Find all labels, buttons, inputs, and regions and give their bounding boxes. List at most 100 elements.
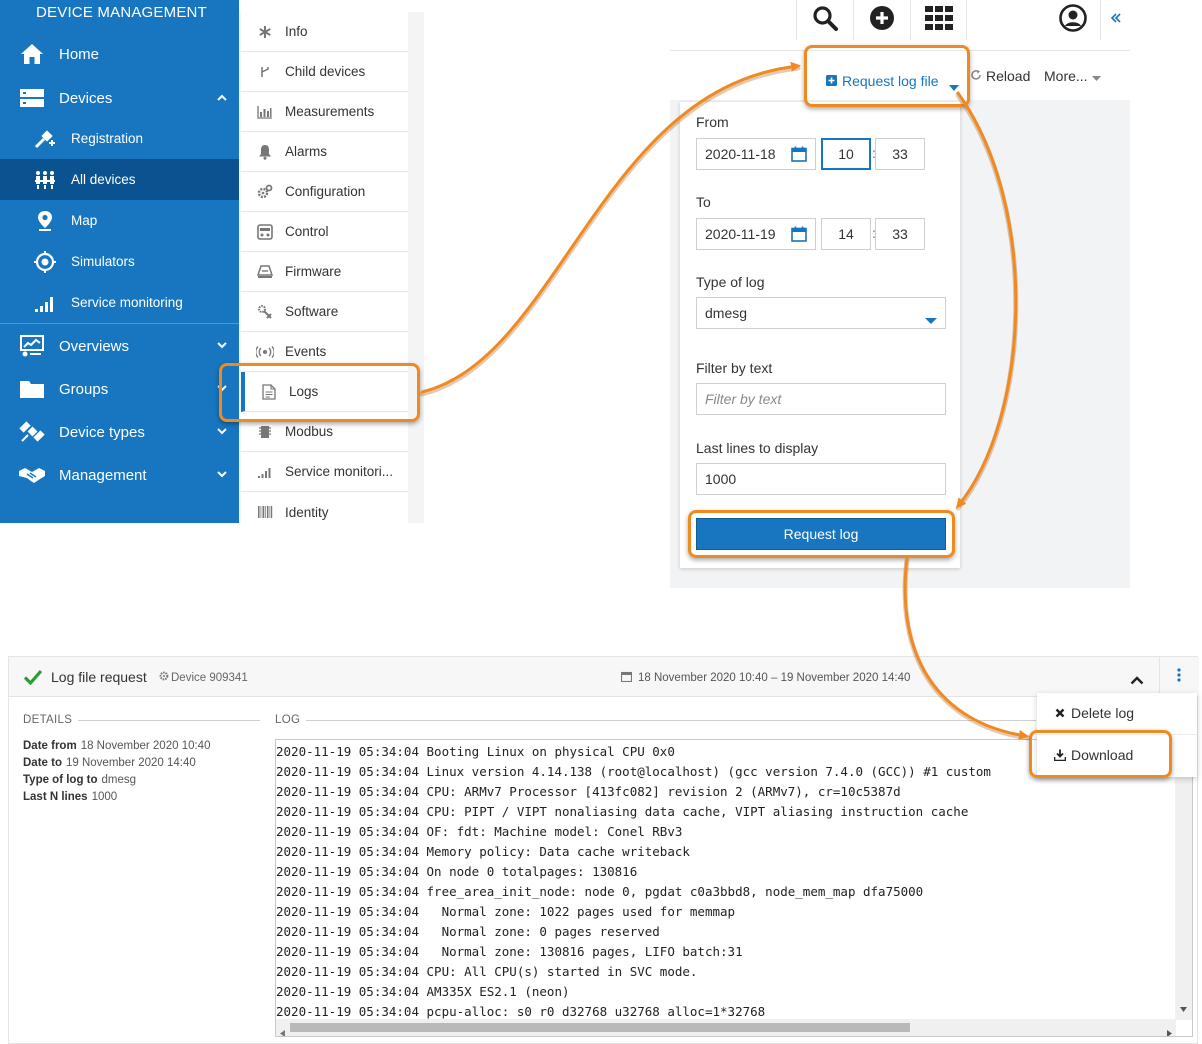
tab-service-monitoring[interactable]: Service monitori...	[241, 452, 408, 492]
tab-software[interactable]: Software	[241, 292, 408, 332]
type-of-log-value: dmesg	[705, 305, 748, 321]
app-switcher-button[interactable]	[910, 0, 967, 40]
app-grid-icon	[924, 5, 953, 35]
add-button[interactable]	[853, 0, 910, 40]
from-label: From	[696, 114, 729, 130]
log-line: 2020-11-19 05:34:04 AM335X ES2.1 (neon)	[276, 984, 570, 999]
overviews-icon	[17, 334, 47, 358]
collapse-button[interactable]	[1100, 0, 1130, 40]
log-line: 2020-11-19 05:34:04 Normal zone: 1022 pa…	[276, 904, 736, 919]
chevron-up-icon	[217, 92, 227, 104]
to-hour-input[interactable]: 14	[821, 218, 871, 250]
type-of-log-select[interactable]: dmesg	[696, 297, 946, 329]
tab-configuration[interactable]: Configuration	[241, 172, 408, 212]
from-minute-input[interactable]: 33	[875, 138, 925, 170]
tab-control[interactable]: Control	[241, 212, 408, 252]
delete-log-menu-item[interactable]: Delete log	[1037, 693, 1197, 733]
tab-firmware-label: Firmware	[285, 264, 342, 279]
nav-simulators[interactable]: Simulators	[0, 241, 239, 282]
search-icon	[812, 5, 838, 36]
type-of-log-label: Type of log	[696, 274, 765, 290]
map-pin-icon	[32, 210, 58, 232]
from-date-input[interactable]: 2020-11-18	[696, 138, 816, 170]
caret-down-icon	[925, 311, 937, 327]
tab-measurements[interactable]: Measurements	[241, 92, 408, 132]
calendar-icon[interactable]	[791, 226, 807, 245]
nav-device-types[interactable]: Device types	[0, 411, 239, 453]
vertical-scrollbar[interactable]	[1175, 740, 1192, 1020]
last-lines-input[interactable]: 1000	[696, 463, 946, 495]
nav-groups[interactable]: Groups	[0, 368, 239, 410]
last-lines-value: 1000	[705, 471, 737, 487]
request-log-form: From 2020-11-18 10 : 33 To 2020-11-19 14…	[680, 102, 960, 568]
tab-identity[interactable]: Identity	[241, 492, 408, 532]
broadcast-icon	[256, 343, 274, 361]
details-heading-text: DETAILS	[23, 714, 73, 726]
chip-icon	[256, 423, 274, 441]
device-link[interactable]: Device 909341	[159, 671, 248, 684]
tab-child-devices[interactable]: Child devices	[241, 52, 408, 92]
detail-type-of-log: Type of log to dmesg	[23, 774, 137, 786]
device-name: Device 909341	[171, 671, 248, 684]
log-line: 2020-11-19 05:34:04 Linux version 4.14.1…	[276, 764, 991, 779]
user-button[interactable]	[1044, 0, 1101, 40]
horizontal-scroll-thumb[interactable]	[290, 1023, 910, 1032]
log-lines: 2020-11-19 05:34:04 Booting Linux on phy…	[276, 742, 1156, 1022]
tab-service-monitoring-label: Service monitori...	[285, 464, 394, 479]
chevron-up-icon[interactable]	[1130, 672, 1144, 690]
nav-service-monitoring[interactable]: Service monitoring	[0, 282, 239, 323]
last-lines-label: Last lines to display	[696, 440, 819, 456]
from-hour-input[interactable]: 10	[821, 138, 871, 170]
tab-firmware[interactable]: Firmware	[241, 252, 408, 292]
to-date-input[interactable]: 2020-11-19	[696, 218, 816, 250]
reload-button[interactable]: Reload	[970, 68, 1030, 84]
nav-devices-label: Devices	[59, 89, 113, 107]
nav-overviews[interactable]: Overviews	[0, 325, 239, 367]
nav-service-monitoring-label: Service monitoring	[71, 295, 183, 310]
nav-device-types-label: Device types	[59, 423, 145, 441]
log-card-title: Log file request	[51, 669, 147, 685]
simulators-icon	[32, 250, 58, 273]
log-date-range: 18 November 2020 10:40 – 19 November 202…	[620, 671, 910, 685]
devices-icon	[17, 86, 47, 110]
highlight-logs-tab	[219, 363, 420, 422]
folder-icon	[17, 377, 47, 401]
scroll-right-arrow-icon[interactable]	[1167, 1024, 1172, 1036]
refresh-icon	[970, 68, 982, 84]
scroll-left-arrow-icon[interactable]	[280, 1024, 285, 1036]
satellite-icon	[17, 420, 47, 444]
scroll-down-arrow-icon[interactable]	[1180, 999, 1187, 1017]
check-icon	[23, 669, 43, 690]
calendar-icon[interactable]	[791, 146, 807, 165]
tab-identity-label: Identity	[285, 504, 329, 520]
nav-management[interactable]: Management	[0, 454, 239, 496]
chevron-down-icon	[217, 340, 227, 352]
log-output[interactable]: 2020-11-19 05:34:04 Booting Linux on phy…	[275, 739, 1193, 1037]
more-label: More...	[1044, 68, 1088, 84]
horizontal-scrollbar[interactable]	[276, 1019, 1176, 1036]
tab-configuration-label: Configuration	[285, 184, 366, 199]
actions-menu-button[interactable]	[1159, 657, 1197, 697]
filter-by-text-input[interactable]: Filter by text	[696, 383, 946, 415]
from-minute-value: 33	[892, 146, 908, 162]
nav-home[interactable]: Home	[0, 34, 239, 74]
nav-map[interactable]: Map	[0, 200, 239, 241]
search-button[interactable]	[796, 0, 853, 40]
tab-control-label: Control	[285, 224, 329, 239]
nav-registration-label: Registration	[71, 131, 144, 146]
nav-overviews-label: Overviews	[59, 337, 130, 355]
nav-devices[interactable]: Devices	[0, 77, 239, 119]
nav-all-devices[interactable]: All devices	[0, 159, 239, 200]
tab-info[interactable]: Info	[241, 12, 408, 52]
to-hour-value: 14	[838, 226, 854, 242]
to-minute-input[interactable]: 33	[875, 218, 925, 250]
handshake-icon	[17, 463, 47, 487]
more-button[interactable]: More...	[1044, 68, 1101, 84]
tab-alarms-label: Alarms	[285, 144, 328, 159]
log-line: 2020-11-19 05:34:04 CPU: PIPT / VIPT non…	[276, 804, 969, 819]
nav-registration[interactable]: Registration	[0, 118, 239, 159]
gears-icon	[256, 183, 274, 201]
chevron-down-icon	[217, 426, 227, 438]
tab-alarms[interactable]: Alarms	[241, 132, 408, 172]
from-date-value: 2020-11-18	[705, 146, 776, 162]
